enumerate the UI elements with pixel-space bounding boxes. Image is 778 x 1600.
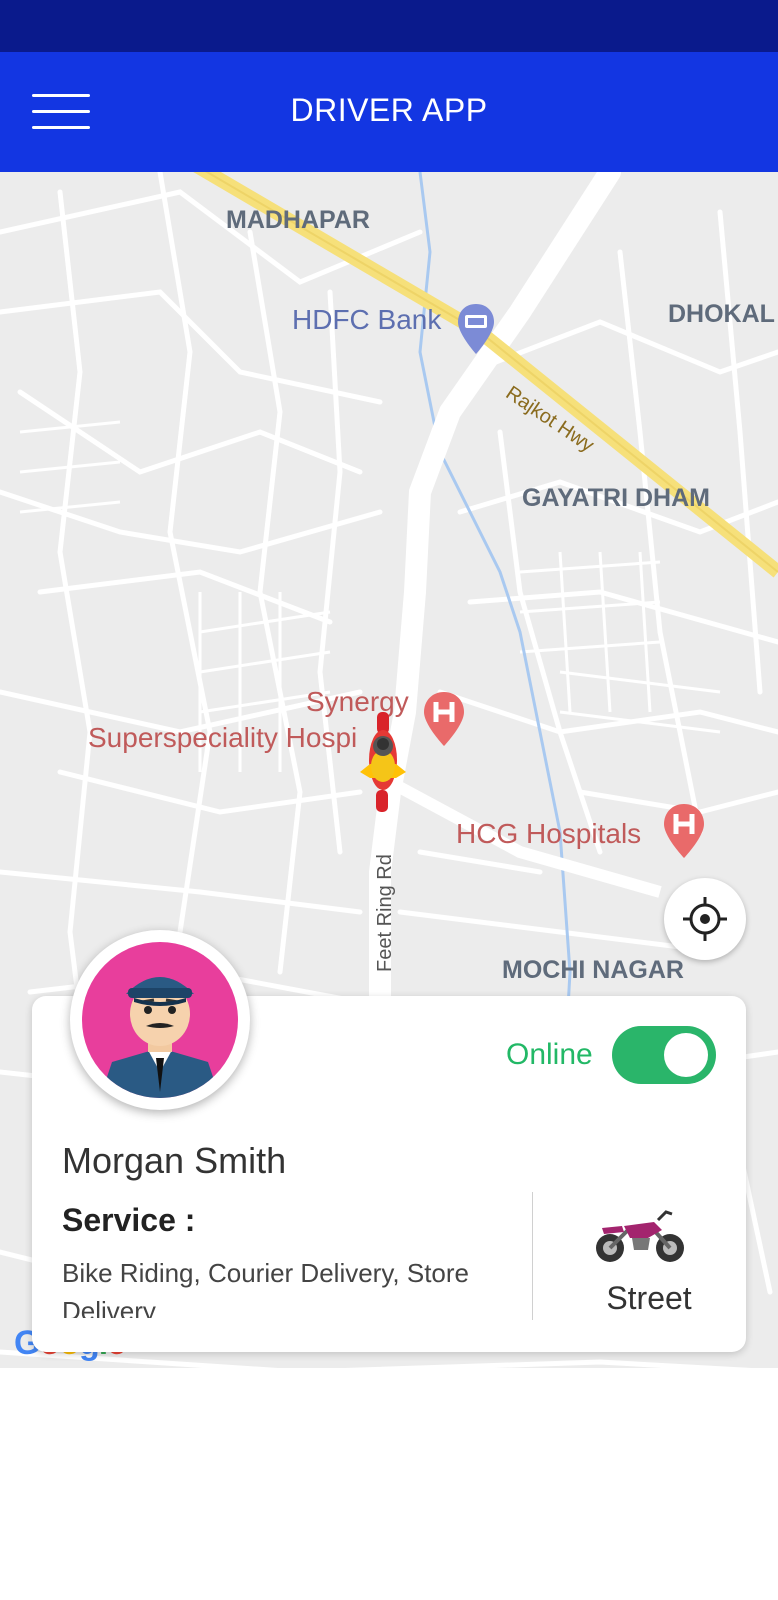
vehicle-type-label: Street [606, 1280, 692, 1316]
driver-app-screen: DRIVER APP MADHAPAR DHOKAL GAYATRI DHAM … [0, 0, 778, 1600]
service-heading: Service : [62, 1202, 196, 1238]
app-title: DRIVER APP [290, 92, 488, 128]
poi-label-hospital[interactable]: Superspeciality Hospi [88, 722, 357, 754]
poi-label-bank[interactable]: HDFC Bank [292, 304, 441, 336]
my-location-icon [683, 897, 727, 941]
online-toggle[interactable] [612, 1026, 716, 1084]
app-bar: DRIVER APP [0, 52, 778, 172]
status-bar [0, 0, 778, 52]
map-area-label: MOCHI NAGAR [502, 956, 684, 984]
service-list: Bike Riding, Courier Delivery, Store Del… [62, 1258, 469, 1318]
driver-name: Morgan Smith [62, 1140, 287, 1181]
poi-label-hospital[interactable]: HCG Hospitals [456, 818, 641, 850]
my-location-button[interactable] [664, 878, 746, 960]
toggle-knob [664, 1033, 708, 1077]
map-area-label: DHOKAL [668, 300, 775, 328]
driver-avatar[interactable] [70, 930, 250, 1110]
motorbike-icon [592, 1206, 688, 1271]
card-divider [532, 1192, 533, 1320]
driver-avatar-icon [82, 942, 238, 1098]
online-status-label: Online [506, 1038, 593, 1071]
map-area-label: GAYATRI DHAM [522, 484, 710, 512]
road-label-ring-road: Feet Ring Rd [374, 854, 396, 972]
map-area-label: MADHAPAR [226, 206, 370, 234]
